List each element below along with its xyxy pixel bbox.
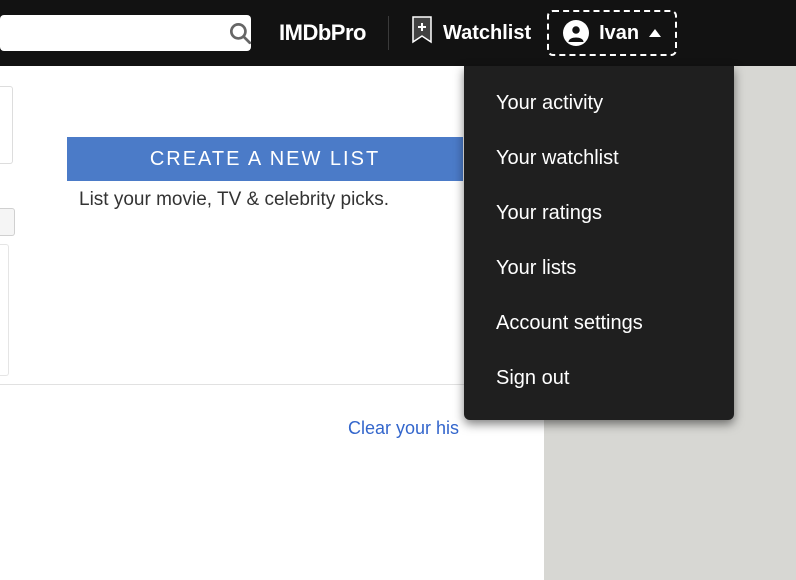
bookmark-add-icon <box>411 16 433 50</box>
create-list-label: CREATE A NEW LIST <box>150 148 380 171</box>
top-navbar: IMDbPro Watchlist Ivan <box>0 0 796 66</box>
search-box[interactable] <box>0 15 251 51</box>
create-list-button[interactable]: CREATE A NEW LIST <box>67 137 463 181</box>
watchlist-link[interactable]: Watchlist <box>411 16 531 50</box>
clear-history-link[interactable]: Clear your his <box>348 418 459 439</box>
user-name: Ivan <box>599 22 639 45</box>
menu-item-sign-out[interactable]: Sign out <box>464 351 734 406</box>
divider <box>388 16 389 50</box>
search-input[interactable] <box>0 15 227 51</box>
caret-up-icon <box>649 29 661 37</box>
user-menu-button[interactable]: Ivan <box>547 10 677 56</box>
watchlist-label: Watchlist <box>443 22 531 45</box>
partial-panel-fragment <box>0 244 9 376</box>
menu-item-activity[interactable]: Your activity <box>464 76 734 131</box>
menu-item-watchlist[interactable]: Your watchlist <box>464 131 734 186</box>
imdbpro-logo[interactable]: IMDbPro <box>279 20 366 46</box>
menu-item-account-settings[interactable]: Account settings <box>464 296 734 351</box>
partial-card-fragment <box>0 86 13 164</box>
partial-control-fragment <box>0 208 15 236</box>
menu-item-lists[interactable]: Your lists <box>464 241 734 296</box>
search-icon[interactable] <box>227 20 253 46</box>
create-list-subtitle: List your movie, TV & celebrity picks. <box>79 189 389 211</box>
menu-item-ratings[interactable]: Your ratings <box>464 186 734 241</box>
content-card <box>0 84 544 385</box>
user-avatar-icon <box>563 20 589 46</box>
user-dropdown-menu: Your activity Your watchlist Your rating… <box>464 66 734 420</box>
